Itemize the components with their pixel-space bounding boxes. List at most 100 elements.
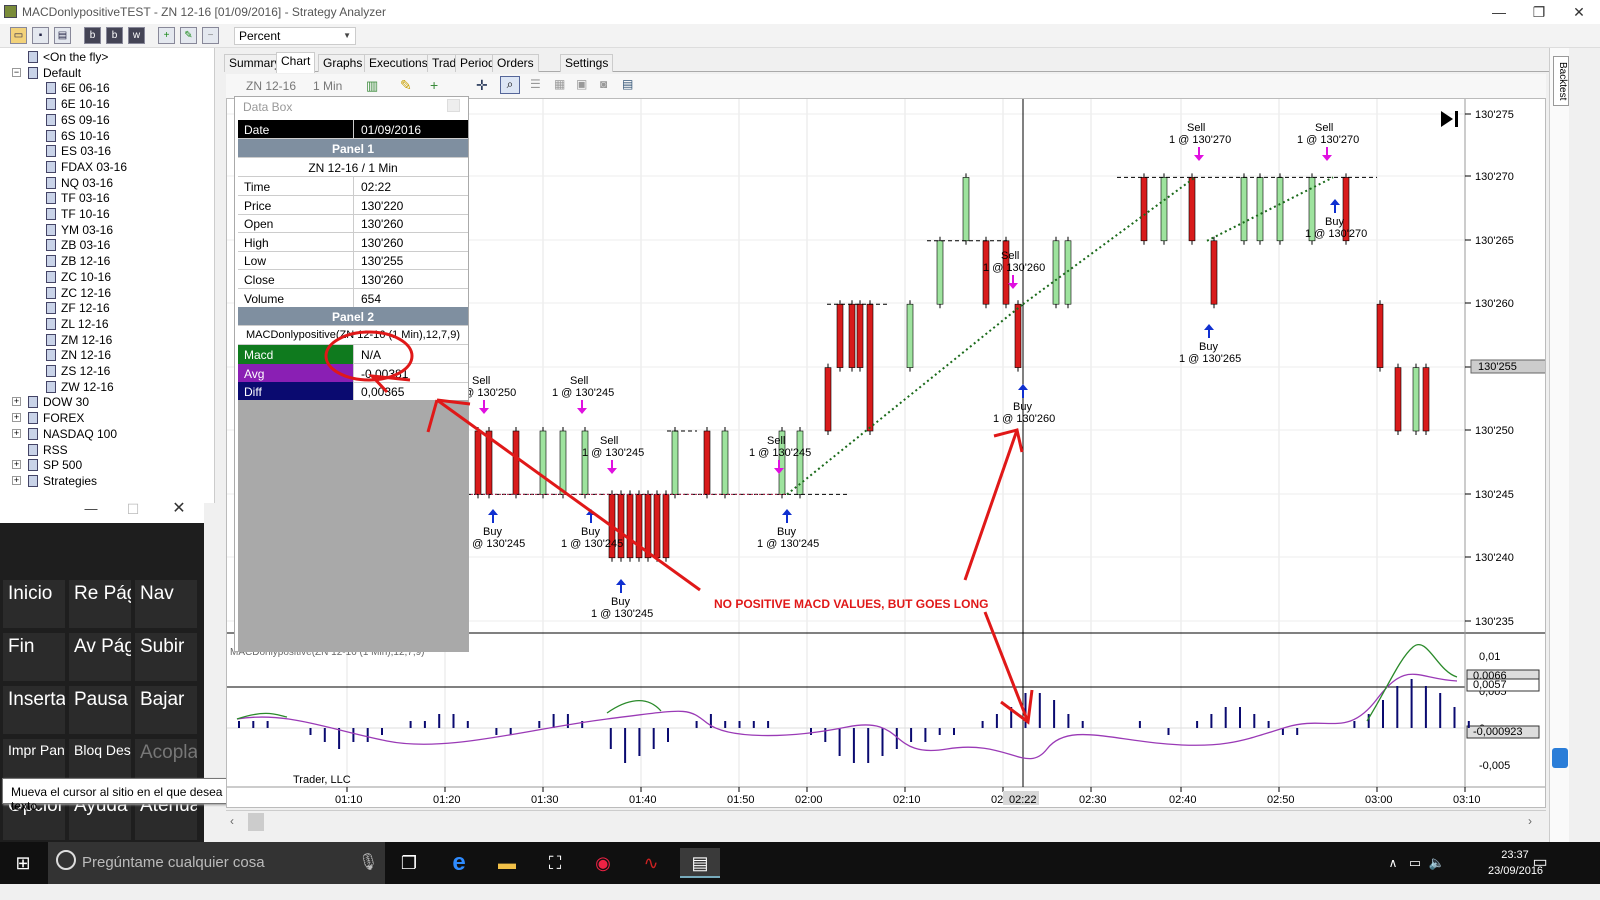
walk-forward-icon[interactable]: w bbox=[128, 27, 145, 44]
notifications-icon[interactable]: ▭ bbox=[1525, 848, 1555, 878]
optimize-icon[interactable]: b bbox=[106, 27, 123, 44]
tree-item[interactable]: ZL 12-16 bbox=[46, 316, 109, 332]
drawing-tool-icon[interactable]: ✎ bbox=[400, 77, 412, 94]
tree-item[interactable]: ZB 12-16 bbox=[46, 253, 110, 269]
tree-item[interactable]: ZB 03-16 bbox=[46, 237, 110, 253]
osk-key[interactable]: Insertar bbox=[3, 686, 65, 734]
tree-item[interactable]: 6E 10-16 bbox=[46, 96, 110, 112]
instrument-tree[interactable]: <On the fly> − Default 6E 06-16 6E 10-16 6S 0… bbox=[0, 48, 215, 503]
file-explorer-icon[interactable]: ▬ bbox=[492, 848, 522, 878]
maximize-button[interactable]: ❐ bbox=[1524, 2, 1554, 22]
edit-icon[interactable]: ✎ bbox=[180, 27, 197, 44]
osk-key[interactable]: Bajar bbox=[135, 686, 197, 734]
crosshair-icon[interactable]: ✛ bbox=[476, 77, 488, 94]
properties-icon[interactable]: ☰ bbox=[530, 77, 541, 91]
osk-key[interactable]: Re Pág bbox=[69, 580, 131, 628]
tree-item[interactable]: ZC 12-16 bbox=[46, 285, 111, 301]
minimize-button[interactable]: — bbox=[1484, 2, 1514, 22]
tree-item[interactable]: NQ 03-16 bbox=[46, 175, 113, 191]
volume-icon[interactable]: 🔈 bbox=[1422, 848, 1452, 878]
tab-settings[interactable]: Settings bbox=[560, 54, 614, 72]
tree-item[interactable]: ZC 10-16 bbox=[46, 269, 111, 285]
osk-key[interactable]: Av Pág bbox=[69, 633, 131, 681]
open-folder-icon[interactable]: ▭ bbox=[10, 27, 27, 44]
ninjatrader-icon[interactable]: ∿ bbox=[636, 848, 666, 878]
osk-key[interactable]: Pausa bbox=[69, 686, 131, 734]
bar-type-icon[interactable]: ▥ bbox=[366, 78, 384, 93]
tree-item[interactable]: TF 03-16 bbox=[46, 190, 110, 206]
save-icon[interactable]: ▪ bbox=[32, 27, 49, 44]
task-view-icon[interactable]: ❐ bbox=[394, 848, 424, 878]
price-axis-label: 130'250 bbox=[1475, 425, 1514, 437]
data-box-close-icon[interactable] bbox=[447, 99, 460, 112]
store-icon[interactable]: ⛶ bbox=[540, 848, 570, 878]
edge-icon[interactable]: e bbox=[444, 848, 474, 878]
tree-item[interactable]: ZS 12-16 bbox=[46, 363, 110, 379]
strategies-icon[interactable]: ▣ bbox=[576, 77, 587, 91]
windows-start-icon[interactable]: ⊞ bbox=[8, 848, 38, 878]
tab-chart[interactable]: Chart bbox=[276, 52, 316, 73]
strategy-analyzer-taskbar-icon[interactable]: ▤ bbox=[680, 848, 720, 878]
backtest-icon[interactable]: b bbox=[84, 27, 101, 44]
tree-item[interactable]: ES 03-16 bbox=[46, 143, 111, 159]
snapshot-icon[interactable]: ◙ bbox=[600, 77, 607, 91]
tree-item[interactable]: + FOREX bbox=[12, 410, 84, 426]
tree-item[interactable]: RSS bbox=[28, 442, 68, 458]
remove-icon[interactable]: − bbox=[202, 27, 219, 44]
scroll-right-icon[interactable]: › bbox=[1528, 814, 1532, 828]
tree-item[interactable]: 6E 06-16 bbox=[46, 80, 110, 96]
expand-toggle-icon[interactable]: − bbox=[12, 67, 21, 77]
expand-toggle-icon[interactable]: + bbox=[12, 475, 21, 485]
osk-close-button[interactable]: ✕ bbox=[164, 499, 194, 519]
tree-item[interactable]: <On the fly> bbox=[28, 49, 108, 65]
tab-graphs[interactable]: Graphs bbox=[318, 54, 368, 72]
tree-item[interactable]: 6S 09-16 bbox=[46, 112, 110, 128]
expand-toggle-icon[interactable]: + bbox=[12, 397, 21, 407]
osk-minimize-button[interactable]: — bbox=[76, 499, 106, 519]
tree-item-label: ZC 10-16 bbox=[61, 269, 112, 284]
osk-key[interactable]: Inicio bbox=[3, 580, 65, 628]
osk-maximize-button[interactable]: ☐ bbox=[118, 499, 148, 519]
data-box-icon[interactable]: ⌕ bbox=[500, 76, 520, 94]
close-button[interactable]: ✕ bbox=[1564, 2, 1594, 22]
tree-item[interactable]: 6S 10-16 bbox=[46, 128, 110, 144]
expand-toggle-icon[interactable]: + bbox=[12, 413, 21, 423]
tree-item[interactable]: ZF 12-16 bbox=[46, 300, 110, 316]
tree-item[interactable]: ZN 12-16 bbox=[46, 347, 111, 363]
tree-item[interactable]: + DOW 30 bbox=[12, 394, 89, 410]
taskbar-search[interactable]: Pregúntame cualquier cosa 🎙 bbox=[48, 842, 385, 884]
osk-key[interactable]: Subir bbox=[135, 633, 197, 681]
tree-item[interactable]: ZW 12-16 bbox=[46, 379, 114, 395]
tab-orders[interactable]: Orders bbox=[492, 54, 539, 72]
tree-item[interactable]: + SP 500 bbox=[12, 457, 82, 473]
data-box-window[interactable]: Data Box Date 01/09/2016 Panel 1 ZN 12-16… bbox=[234, 96, 469, 652]
tab-executions[interactable]: Executions bbox=[364, 54, 433, 72]
scroll-thumb[interactable] bbox=[248, 813, 264, 831]
instrument-select[interactable]: ZN 12-16 bbox=[246, 79, 296, 93]
tree-item[interactable]: YM 03-16 bbox=[46, 222, 113, 238]
side-app-icon[interactable] bbox=[1552, 748, 1568, 768]
microphone-icon[interactable]: 🎙 bbox=[358, 852, 378, 872]
expand-toggle-icon[interactable]: + bbox=[12, 428, 21, 438]
chart-horizontal-scrollbar[interactable]: ‹ › bbox=[226, 810, 1546, 832]
tree-item[interactable]: + NASDAQ 100 bbox=[12, 426, 117, 442]
print-icon[interactable]: ▤ bbox=[54, 27, 71, 44]
tree-item[interactable]: ZM 12-16 bbox=[46, 332, 112, 348]
tree-item[interactable]: + Strategies bbox=[12, 473, 97, 489]
tree-item[interactable]: FDAX 03-16 bbox=[46, 159, 127, 175]
scroll-left-icon[interactable]: ‹ bbox=[230, 814, 234, 828]
indicators-icon[interactable]: ▦ bbox=[554, 77, 565, 91]
expand-toggle-icon[interactable]: + bbox=[12, 460, 21, 470]
display-unit-select[interactable]: Percent ▼ bbox=[234, 27, 356, 45]
tree-item[interactable]: − Default bbox=[12, 65, 81, 81]
osk-key[interactable]: Fin bbox=[3, 633, 65, 681]
backtest-side-tab[interactable]: Backtest bbox=[1553, 56, 1569, 106]
add-icon[interactable]: + bbox=[158, 27, 175, 44]
zoom-in-icon[interactable]: + bbox=[430, 77, 438, 93]
interval-select[interactable]: 1 Min bbox=[313, 79, 342, 93]
chrome-icon[interactable]: ◉ bbox=[588, 848, 618, 878]
osk-key[interactable]: Nav bbox=[135, 580, 197, 628]
trade-side-label: Buy bbox=[581, 526, 600, 538]
tree-item[interactable]: TF 10-16 bbox=[46, 206, 110, 222]
window-linking-icon[interactable]: ▤ bbox=[622, 77, 633, 91]
